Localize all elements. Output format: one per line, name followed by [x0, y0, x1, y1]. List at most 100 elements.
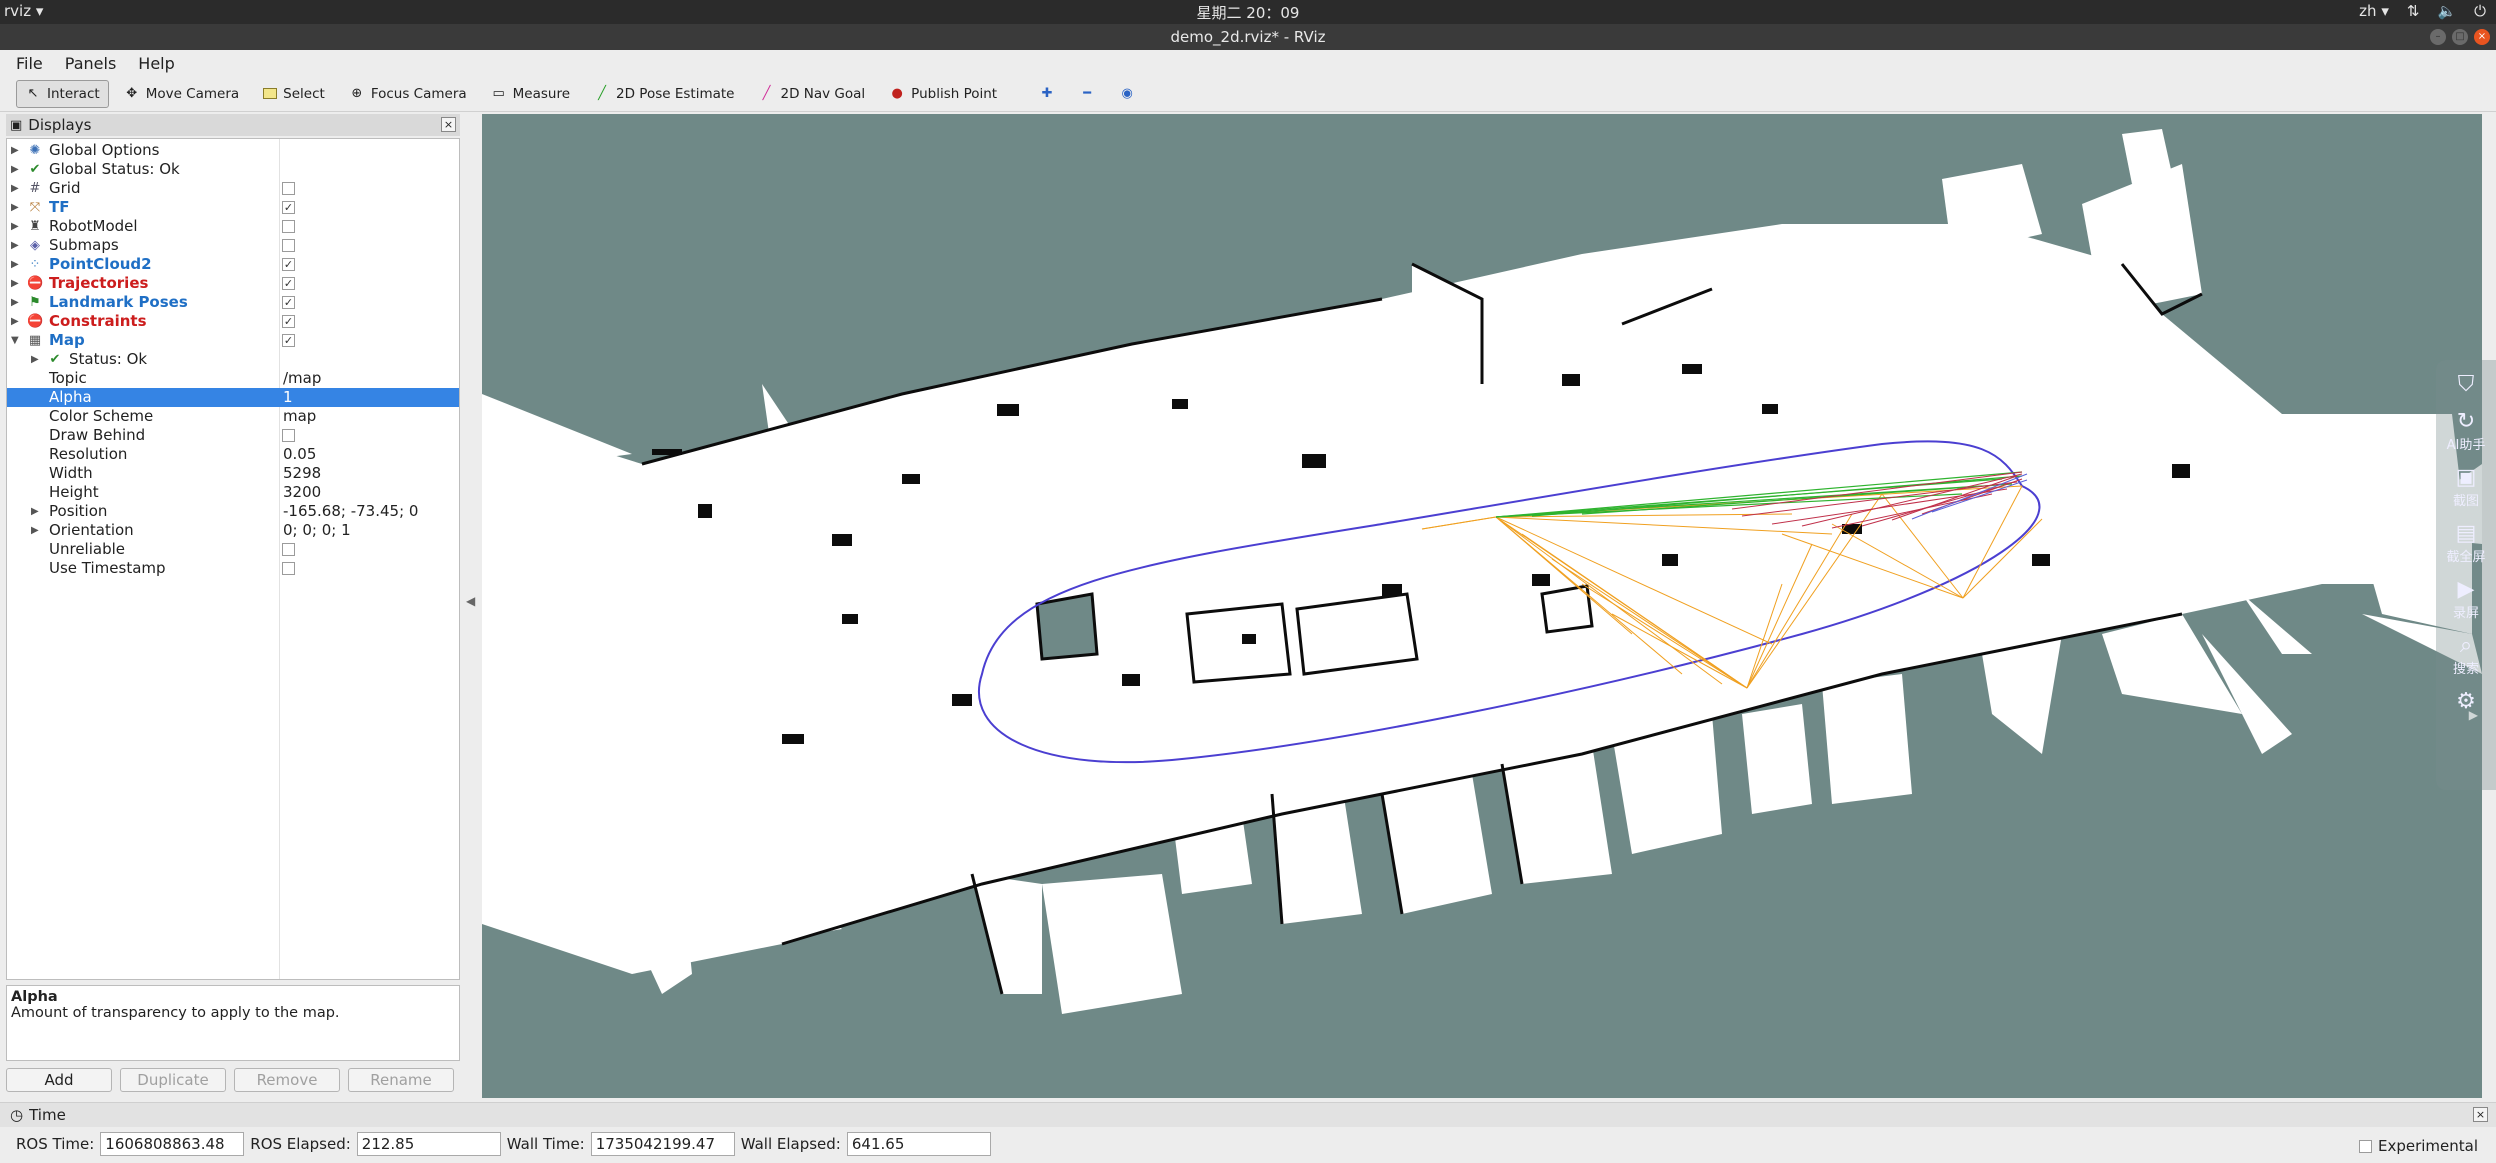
- unreliable-checkbox[interactable]: [282, 543, 295, 556]
- prop-draw-behind[interactable]: Draw Behind: [7, 426, 459, 445]
- expand-arrow-icon[interactable]: ▶: [11, 293, 21, 312]
- close-time-panel-button[interactable]: ×: [2473, 1107, 2488, 1122]
- add-tool-button[interactable]: ✚: [1030, 80, 1064, 108]
- tree-item-constraints[interactable]: ▶ ⛔ Constraints ✓: [7, 312, 459, 331]
- duplicate-button[interactable]: Duplicate: [120, 1068, 226, 1092]
- tree-item-grid[interactable]: ▶ # Grid: [7, 179, 459, 198]
- tool-publish-point[interactable]: ● Publish Point: [880, 80, 1006, 108]
- robotmodel-checkbox[interactable]: [282, 220, 295, 233]
- collapse-arrow-icon[interactable]: ▼: [11, 331, 21, 350]
- pointcloud2-checkbox[interactable]: ✓: [282, 258, 295, 271]
- experimental-checkbox[interactable]: [2358, 1139, 2372, 1153]
- prop-position[interactable]: ▶ Position -165.68; -73.45; 0: [7, 502, 459, 521]
- expand-arrow-icon[interactable]: ▶: [31, 502, 41, 521]
- prop-unreliable[interactable]: Unreliable: [7, 540, 459, 559]
- tree-item-submaps[interactable]: ▶ ◈ Submaps: [7, 236, 459, 255]
- maximize-button[interactable]: □: [2452, 29, 2468, 45]
- expand-arrow-icon[interactable]: ▶: [11, 274, 21, 293]
- volume-icon[interactable]: 🔈: [2437, 2, 2456, 20]
- experimental-option[interactable]: Experimental: [2358, 1137, 2478, 1155]
- fullscreen-capture-icon[interactable]: ▤ 截全屏: [2436, 521, 2496, 565]
- menu-panels[interactable]: Panels: [65, 54, 117, 73]
- submaps-checkbox[interactable]: [282, 239, 295, 252]
- resolution-value[interactable]: 0.05: [283, 445, 316, 464]
- prop-alpha[interactable]: Alpha 1: [7, 388, 459, 407]
- tree-item-map[interactable]: ▼ ▦ Map ✓: [7, 331, 459, 350]
- menu-file[interactable]: File: [16, 54, 43, 73]
- color-scheme-value[interactable]: map: [283, 407, 316, 426]
- tool-2d-nav-goal[interactable]: ╱ 2D Nav Goal: [750, 80, 875, 108]
- video-icon[interactable]: ▶ 录屏: [2436, 577, 2496, 621]
- expand-arrow-icon[interactable]: ▶: [11, 198, 21, 217]
- menu-help[interactable]: Help: [138, 54, 174, 73]
- prop-width[interactable]: Width 5298: [7, 464, 459, 483]
- tree-item-global-status[interactable]: ▶ ✔ Global Status: Ok: [7, 160, 459, 179]
- expand-arrow-icon[interactable]: ▶: [11, 141, 21, 160]
- trajectories-checkbox[interactable]: ✓: [282, 277, 295, 290]
- tool-properties-button[interactable]: ◉: [1110, 80, 1144, 108]
- draw-behind-checkbox[interactable]: [282, 429, 295, 442]
- wall-time-field[interactable]: 1735042199.47: [590, 1132, 735, 1156]
- topic-value[interactable]: /map: [283, 369, 321, 388]
- shield-icon[interactable]: ⛉: [2436, 372, 2496, 397]
- clock[interactable]: 星期二 20：09: [0, 2, 2496, 23]
- wall-elapsed-field[interactable]: 641.65: [846, 1132, 991, 1156]
- network-icon[interactable]: ⇅: [2407, 2, 2420, 20]
- map-status-row[interactable]: ▶ ✔ Status: Ok: [7, 350, 459, 369]
- prop-color-scheme[interactable]: Color Scheme map: [7, 407, 459, 426]
- use-timestamp-checkbox[interactable]: [282, 562, 295, 575]
- width-value[interactable]: 5298: [283, 464, 321, 483]
- tf-checkbox[interactable]: ✓: [282, 201, 295, 214]
- prop-height[interactable]: Height 3200: [7, 483, 459, 502]
- add-button[interactable]: Add: [6, 1068, 112, 1092]
- camera-icon[interactable]: ▣ 截图: [2436, 465, 2496, 509]
- alpha-value[interactable]: 1: [283, 388, 293, 407]
- ros-time-field[interactable]: 1606808863.48: [100, 1132, 245, 1156]
- tool-focus-camera[interactable]: ⊕ Focus Camera: [340, 80, 476, 108]
- tool-measure[interactable]: ▭ Measure: [482, 80, 579, 108]
- expand-arrow-icon[interactable]: ▶: [31, 521, 41, 540]
- tree-item-pointcloud2[interactable]: ▶ ⁘ PointCloud2 ✓: [7, 255, 459, 274]
- rename-button[interactable]: Rename: [348, 1068, 454, 1092]
- tool-2d-pose-estimate[interactable]: ╱ 2D Pose Estimate: [585, 80, 743, 108]
- language-indicator[interactable]: zh ▾: [2359, 2, 2389, 20]
- close-button[interactable]: ×: [2474, 29, 2490, 45]
- ai-assistant-icon[interactable]: ↻ AI助手: [2436, 409, 2496, 453]
- tree-item-landmark-poses[interactable]: ▶ ⚑ Landmark Poses ✓: [7, 293, 459, 312]
- remove-tool-button[interactable]: ━: [1070, 80, 1104, 108]
- map-checkbox[interactable]: ✓: [282, 334, 295, 347]
- remove-button[interactable]: Remove: [234, 1068, 340, 1092]
- tree-item-trajectories[interactable]: ▶ ⛔ Trajectories ✓: [7, 274, 459, 293]
- ros-elapsed-field[interactable]: 212.85: [356, 1132, 501, 1156]
- expand-arrow-icon[interactable]: ▶: [11, 255, 21, 274]
- height-value[interactable]: 3200: [283, 483, 321, 502]
- constraints-checkbox[interactable]: ✓: [282, 315, 295, 328]
- minimize-button[interactable]: –: [2430, 29, 2446, 45]
- landmark-poses-checkbox[interactable]: ✓: [282, 296, 295, 309]
- close-panel-button[interactable]: ×: [441, 117, 456, 132]
- expand-arrow-icon[interactable]: ▶: [11, 236, 21, 255]
- prop-orientation[interactable]: ▶ Orientation 0; 0; 0; 1: [7, 521, 459, 540]
- tool-move-camera[interactable]: ✥ Move Camera: [115, 80, 248, 108]
- collapse-left-dock-icon[interactable]: ◀: [466, 594, 475, 608]
- search-icon[interactable]: ⌕ 搜索: [2436, 633, 2496, 677]
- grid-checkbox[interactable]: [282, 182, 295, 195]
- tool-select[interactable]: Select: [254, 80, 334, 108]
- expand-arrow-icon[interactable]: ▶: [31, 350, 41, 369]
- expand-arrow-icon[interactable]: ▶: [11, 217, 21, 236]
- position-value[interactable]: -165.68; -73.45; 0: [283, 502, 418, 521]
- render-viewport[interactable]: ▶: [482, 114, 2482, 1098]
- expand-arrow-icon[interactable]: ▶: [11, 312, 21, 331]
- tree-item-robotmodel[interactable]: ▶ ♜ RobotModel: [7, 217, 459, 236]
- prop-use-timestamp[interactable]: Use Timestamp: [7, 559, 459, 578]
- display-tree[interactable]: ▶ ✺ Global Options ▶ ✔ Global Status: Ok…: [6, 138, 460, 980]
- tree-item-tf[interactable]: ▶ ⤧ TF ✓: [7, 198, 459, 217]
- tree-item-global-options[interactable]: ▶ ✺ Global Options: [7, 141, 459, 160]
- settings-icon[interactable]: ⚙: [2436, 689, 2496, 714]
- expand-arrow-icon[interactable]: ▶: [11, 179, 21, 198]
- expand-arrow-icon[interactable]: ▶: [11, 160, 21, 179]
- tool-interact[interactable]: ↖ Interact: [16, 79, 109, 108]
- orientation-value[interactable]: 0; 0; 0; 1: [283, 521, 351, 540]
- prop-resolution[interactable]: Resolution 0.05: [7, 445, 459, 464]
- power-icon[interactable]: ⏻: [2474, 2, 2486, 20]
